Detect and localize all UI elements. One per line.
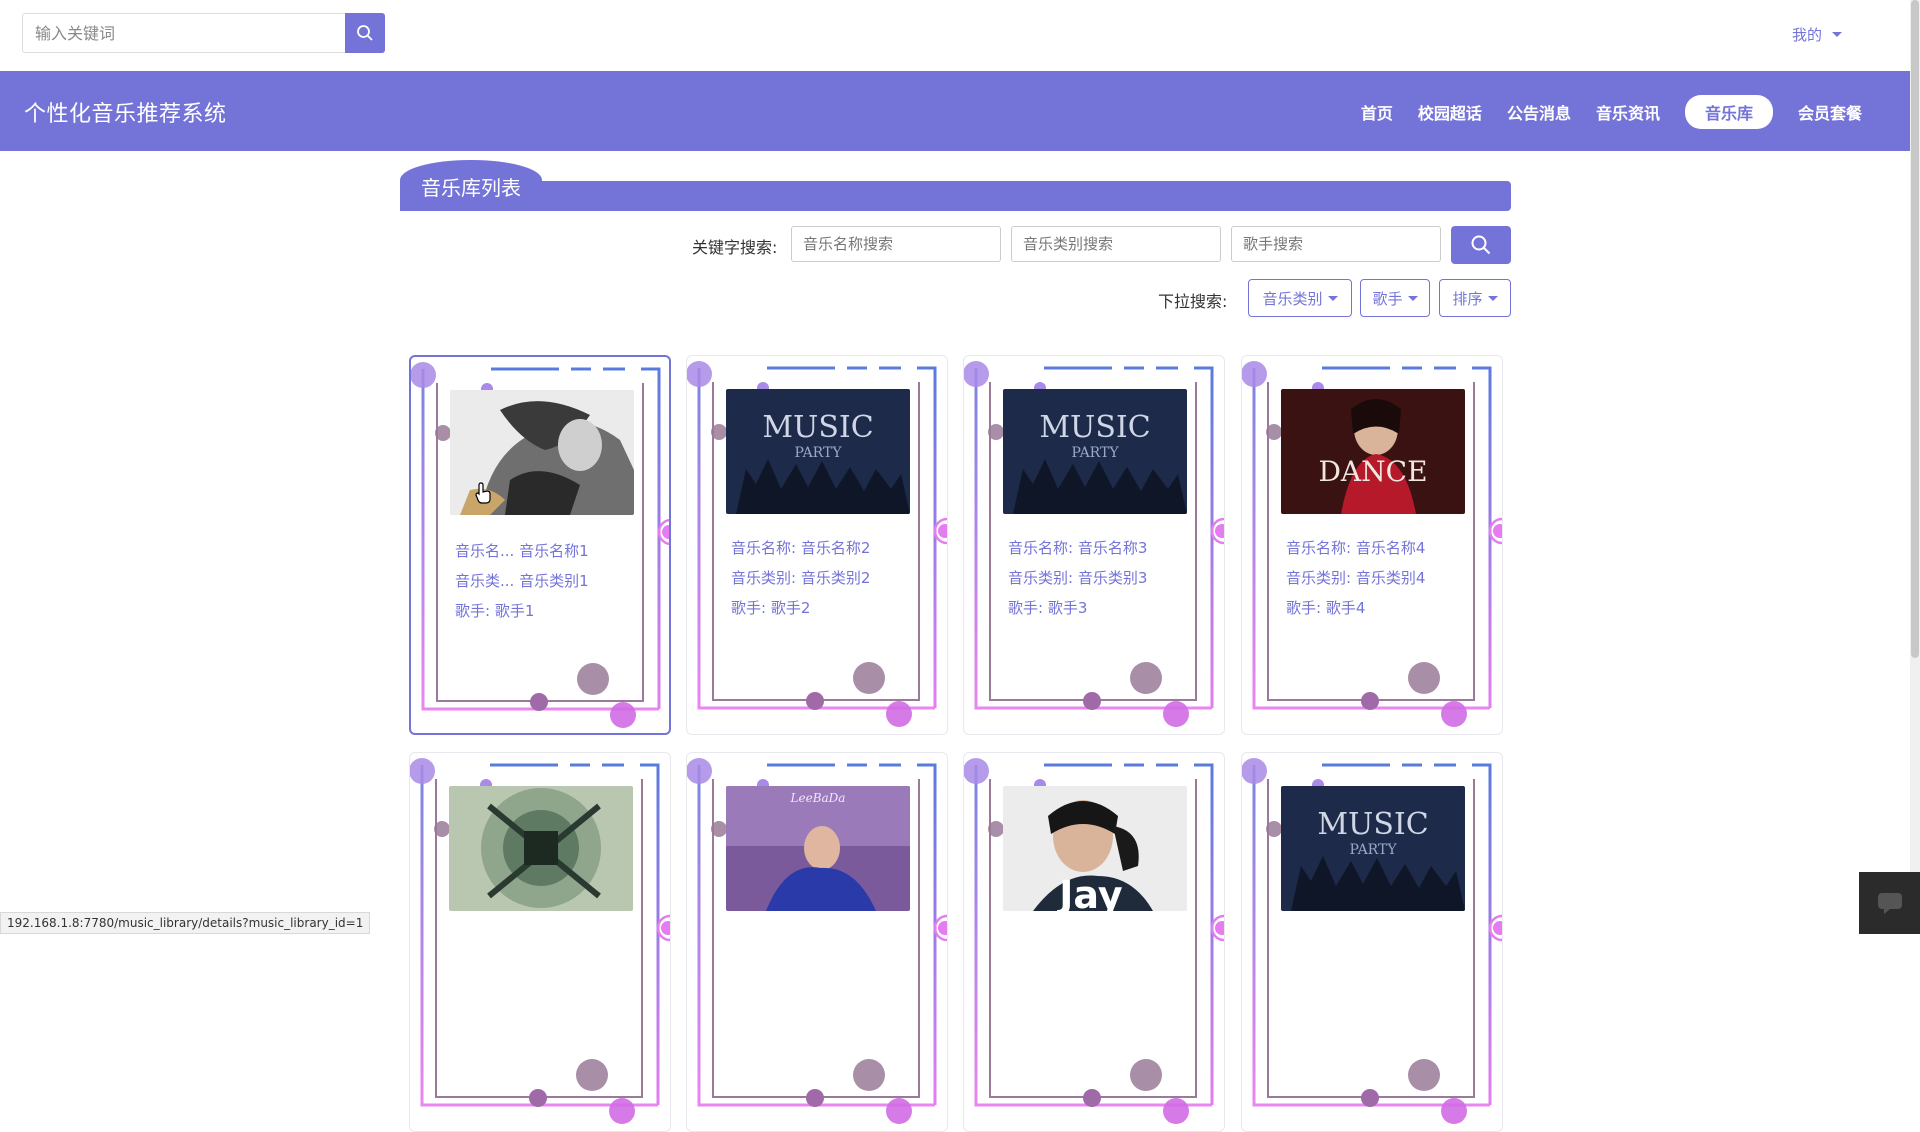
music-category-row: 音乐类... 音乐类别1 bbox=[455, 572, 589, 590]
nav-music-library[interactable]: 音乐库 bbox=[1684, 95, 1773, 129]
music-name-row: 音乐名称: 音乐名称2 bbox=[731, 539, 871, 557]
svg-text:PARTY: PARTY bbox=[794, 445, 842, 461]
music-card-5[interactable] bbox=[409, 752, 671, 1132]
scrollbar-thumb[interactable] bbox=[1911, 0, 1919, 658]
music-name-row: 音乐名... 音乐名称1 bbox=[455, 542, 589, 560]
music-name: 音乐名称3 bbox=[1077, 539, 1148, 557]
nav-campus-topics[interactable]: 校园超话 bbox=[1418, 95, 1482, 129]
browser-status-url: 192.168.1.8:7780/music_library/details?m… bbox=[0, 912, 371, 934]
svg-text:PARTY: PARTY bbox=[1071, 445, 1119, 461]
music-category: 音乐类别4 bbox=[1355, 569, 1426, 587]
music-name-row: 音乐名称: 音乐名称3 bbox=[1008, 539, 1148, 557]
music-category-search-input[interactable] bbox=[1011, 226, 1221, 262]
music-name: 音乐名称2 bbox=[800, 539, 871, 557]
singer-row: 歌手: 歌手4 bbox=[1286, 599, 1366, 617]
music-cover-image: MUSIC PARTY bbox=[1003, 389, 1187, 514]
music-category-row: 音乐类别: 音乐类别2 bbox=[731, 569, 871, 587]
nav-music-news[interactable]: 音乐资讯 bbox=[1596, 95, 1660, 129]
keyword-search-label: 关键字搜索: bbox=[692, 238, 778, 257]
music-name-search-input[interactable] bbox=[791, 226, 1001, 262]
sort-dropdown-label: 排序 bbox=[1452, 289, 1483, 308]
chat-widget-button[interactable] bbox=[1859, 872, 1920, 934]
music-card-2[interactable]: MUSIC PARTY 音乐名称: 音乐名称2 音乐类别: 音乐类别2 歌手: … bbox=[686, 355, 948, 735]
singer-name: 歌手3 bbox=[1047, 599, 1088, 617]
search-icon bbox=[357, 25, 373, 41]
singer-dropdown-label: 歌手 bbox=[1372, 289, 1403, 308]
caret-down-icon bbox=[1327, 295, 1338, 301]
music-card-3[interactable]: MUSIC PARTY 音乐名称: 音乐名称3 音乐类别: 音乐类别3 歌手: … bbox=[963, 355, 1225, 735]
main-nav: 首页 校园超话 公告消息 音乐资讯 音乐库 会员套餐 bbox=[1361, 95, 1862, 129]
music-category: 音乐类别1 bbox=[519, 572, 589, 590]
singer-name: 歌手4 bbox=[1325, 599, 1366, 617]
music-name-row: 音乐名称: 音乐名称4 bbox=[1286, 539, 1426, 557]
music-card-1[interactable]: 音乐名... 音乐名称1 音乐类... 音乐类别1 歌手: 歌手1 bbox=[409, 355, 671, 735]
page-scrollbar[interactable] bbox=[1910, 0, 1920, 934]
section-title: 音乐库列表 bbox=[421, 176, 521, 200]
music-card-info: 音乐名称: 音乐名称4 音乐类别: 音乐类别4 歌手: 歌手4 bbox=[1286, 533, 1466, 623]
singer-row: 歌手: 歌手1 bbox=[455, 602, 535, 620]
music-name: 音乐名称4 bbox=[1355, 539, 1426, 557]
singer-row: 歌手: 歌手2 bbox=[731, 599, 811, 617]
music-card-8[interactable]: MUSIC PARTY bbox=[1241, 752, 1503, 1132]
nav-membership[interactable]: 会员套餐 bbox=[1798, 95, 1862, 129]
svg-text:LeeBaDa: LeeBaDa bbox=[790, 791, 846, 805]
music-card-6[interactable]: LeeBaDa bbox=[686, 752, 948, 1132]
section-title-bar bbox=[400, 181, 1511, 211]
music-cover-image: LeeBaDa bbox=[726, 786, 910, 911]
caret-down-icon bbox=[1407, 295, 1418, 301]
chat-icon bbox=[1877, 893, 1902, 914]
music-card-7[interactable]: Jay bbox=[963, 752, 1225, 1132]
svg-text:MUSIC: MUSIC bbox=[1317, 807, 1428, 842]
singer-dropdown[interactable]: 歌手 bbox=[1360, 279, 1430, 317]
svg-text:PARTY: PARTY bbox=[1349, 842, 1397, 858]
music-card-info: 音乐名... 音乐名称1 音乐类... 音乐类别1 歌手: 歌手1 bbox=[455, 536, 635, 626]
music-cover-image bbox=[449, 786, 633, 911]
caret-down-icon bbox=[1832, 32, 1842, 37]
nav-announcements[interactable]: 公告消息 bbox=[1507, 95, 1571, 129]
site-title: 个性化音乐推荐系统 bbox=[24, 102, 227, 127]
hand-cursor-icon bbox=[475, 482, 491, 504]
main-header: 个性化音乐推荐系统 首页 校园超话 公告消息 音乐资讯 音乐库 会员套餐 bbox=[0, 71, 1910, 151]
svg-text:Jay: Jay bbox=[1056, 873, 1123, 911]
music-category: 音乐类别3 bbox=[1077, 569, 1148, 587]
music-card-4[interactable]: DANCE 音乐名称: 音乐名称4 音乐类别: 音乐类别4 歌手: 歌手4 bbox=[1241, 355, 1503, 735]
music-cover-image: Jay bbox=[1003, 786, 1187, 911]
singer-name: 歌手2 bbox=[770, 599, 811, 617]
music-card-info: 音乐名称: 音乐名称2 音乐类别: 音乐类别2 歌手: 歌手2 bbox=[731, 533, 911, 623]
user-menu-label: 我的 bbox=[1791, 26, 1822, 44]
music-name: 音乐名称1 bbox=[519, 542, 589, 560]
svg-text:DANCE: DANCE bbox=[1318, 455, 1427, 488]
search-icon bbox=[1471, 235, 1491, 255]
caret-down-icon bbox=[1487, 295, 1498, 301]
filter-search-button[interactable] bbox=[1451, 226, 1511, 264]
singer-row: 歌手: 歌手3 bbox=[1008, 599, 1088, 617]
svg-text:MUSIC: MUSIC bbox=[762, 410, 873, 445]
music-category-row: 音乐类别: 音乐类别4 bbox=[1286, 569, 1426, 587]
singer-search-input[interactable] bbox=[1231, 226, 1441, 262]
music-card-info: 音乐名称: 音乐名称3 音乐类别: 音乐类别3 歌手: 歌手3 bbox=[1008, 533, 1188, 623]
user-menu[interactable]: 我的 bbox=[1792, 24, 1842, 45]
sort-dropdown[interactable]: 排序 bbox=[1439, 279, 1511, 317]
global-search bbox=[22, 13, 385, 53]
music-cover-image: MUSIC PARTY bbox=[1281, 786, 1465, 911]
category-dropdown[interactable]: 音乐类别 bbox=[1248, 279, 1352, 317]
music-cover-image: DANCE bbox=[1281, 389, 1465, 514]
music-category: 音乐类别2 bbox=[800, 569, 871, 587]
global-search-button[interactable] bbox=[345, 13, 385, 53]
singer-name: 歌手1 bbox=[494, 602, 535, 620]
music-category-row: 音乐类别: 音乐类别3 bbox=[1008, 569, 1148, 587]
dropdown-search-label: 下拉搜索: bbox=[1158, 292, 1228, 311]
music-cover-image: MUSIC PARTY bbox=[726, 389, 910, 514]
nav-home[interactable]: 首页 bbox=[1361, 95, 1393, 129]
global-search-input[interactable] bbox=[22, 13, 345, 53]
category-dropdown-label: 音乐类别 bbox=[1262, 289, 1323, 308]
svg-text:MUSIC: MUSIC bbox=[1039, 410, 1150, 445]
top-bar: 我的 bbox=[0, 0, 1910, 71]
